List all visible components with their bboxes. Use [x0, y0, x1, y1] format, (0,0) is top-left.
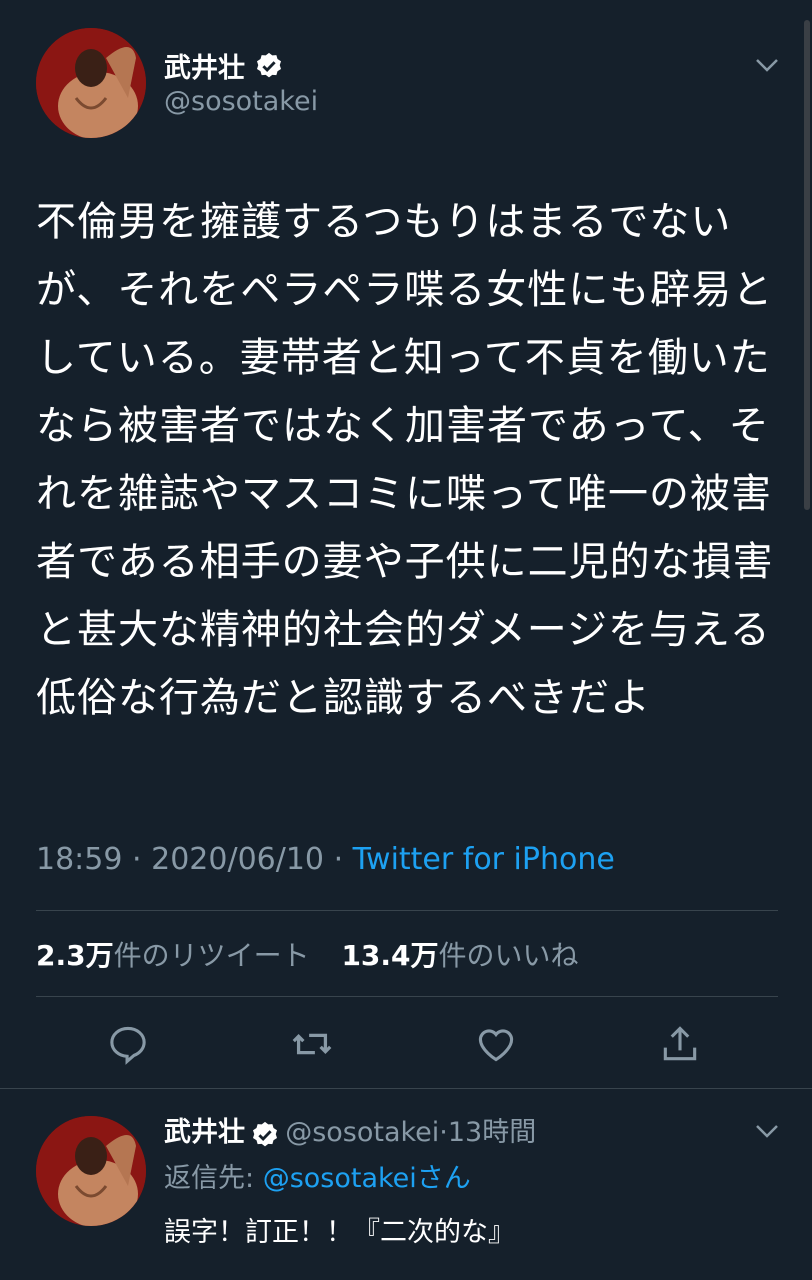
retweets-link[interactable]: 2.3万件のリツイート — [36, 939, 310, 972]
author-handle[interactable]: @sosotakei — [164, 86, 318, 117]
reply-to-label: 返信先: — [164, 1163, 255, 1194]
verified-badge-icon — [250, 1120, 280, 1154]
reply-text: 誤字！訂正！！『二次的な』 — [164, 1217, 515, 1248]
reply-author-name[interactable]: 武井壮 — [164, 1117, 245, 1148]
tweet-date: 2020/06/10 — [151, 842, 325, 877]
retweet-button[interactable] — [284, 1016, 340, 1072]
retweets-label: 件のリツイート — [113, 939, 310, 972]
verified-badge-icon — [254, 51, 284, 88]
meta-separator: · — [333, 842, 344, 877]
likes-link[interactable]: 13.4万件のいいね — [341, 939, 578, 972]
likes-label: 件のいいね — [438, 939, 579, 972]
reply-author-handle[interactable]: @sosotakei — [285, 1117, 439, 1148]
retweets-count: 2.3万 — [36, 939, 114, 972]
divider — [0, 1088, 812, 1089]
reply-to: 返信先: @sosotakeiさん — [164, 1156, 471, 1195]
chevron-down-icon[interactable] — [752, 1116, 782, 1150]
share-icon — [663, 1026, 697, 1061]
reply-avatar[interactable] — [36, 1116, 146, 1226]
tweet-text: 不倫男を擁護するつもりはまるでないが、それをペラペラ喋る女性にも辟易としている。… — [36, 199, 774, 721]
reply-header: 武井壮 @sosotakei·13時間 — [164, 1110, 536, 1154]
share-button[interactable] — [652, 1016, 708, 1072]
scrollbar[interactable] — [804, 20, 810, 510]
likes-count: 13.4万 — [341, 939, 439, 972]
reply-to-suffix: さん — [416, 1163, 471, 1194]
divider — [36, 910, 778, 911]
retweet-icon — [292, 1033, 332, 1055]
avatar[interactable] — [36, 28, 146, 138]
tweet-stats: 2.3万件のリツイート 13.4万件のいいね — [36, 934, 579, 974]
heart-icon — [478, 1029, 514, 1062]
author-name-text: 武井壮 — [164, 53, 245, 84]
meta-separator: · — [132, 842, 142, 877]
tweet-meta: 18:59 · 2020/06/10 · Twitter for iPhone — [36, 842, 615, 877]
chevron-down-icon[interactable] — [752, 50, 782, 84]
reply-to-handle[interactable]: @sosotakei — [263, 1163, 417, 1194]
reply-icon — [110, 1026, 146, 1065]
reply-separator: · — [439, 1117, 448, 1148]
divider — [36, 996, 778, 997]
tweet-time: 18:59 — [36, 842, 123, 877]
reply-age: 13時間 — [447, 1117, 537, 1148]
author-name[interactable]: 武井壮 — [164, 46, 284, 88]
tweet-source-link[interactable]: Twitter for iPhone — [353, 842, 615, 877]
reply-button[interactable] — [100, 1016, 156, 1072]
like-button[interactable] — [468, 1016, 524, 1072]
